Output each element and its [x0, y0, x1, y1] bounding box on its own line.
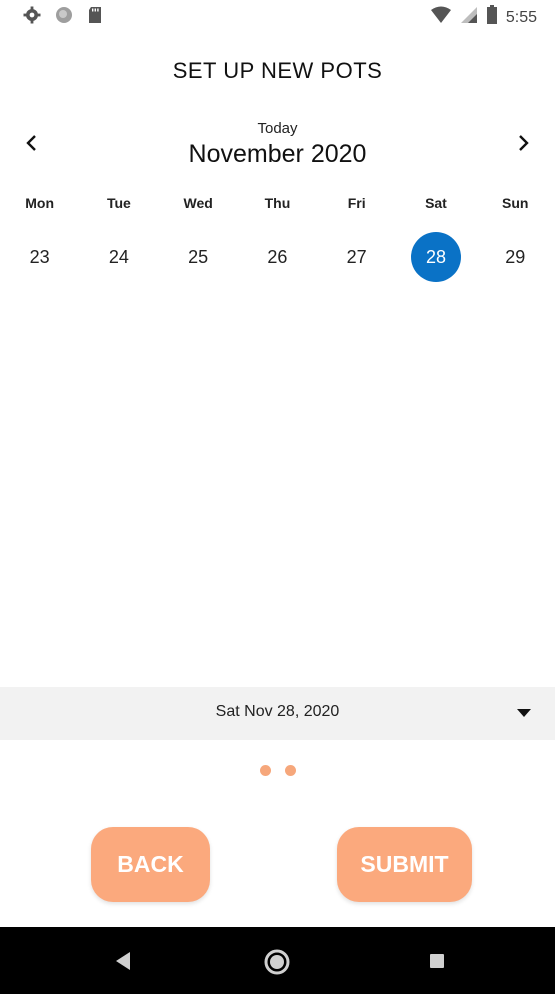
- status-bar: 5:55: [0, 0, 555, 32]
- recents-square-icon[interactable]: [423, 947, 451, 980]
- selected-date-text: Sat Nov 28, 2020: [215, 703, 340, 720]
- weekday-header: Mon Tue Wed Thu Fri Sat Sun: [0, 195, 555, 215]
- month-label: November 2020: [188, 140, 367, 168]
- cellular-icon: [460, 6, 478, 29]
- back-triangle-icon[interactable]: [110, 947, 138, 980]
- weekday-label: Thu: [264, 195, 291, 211]
- weekday-label: Tue: [106, 195, 131, 211]
- calendar-day[interactable]: 24: [94, 232, 144, 282]
- weekday-label: Sat: [425, 195, 447, 211]
- page-title: SET UP NEW POTS: [172, 58, 383, 83]
- calendar-day[interactable]: 29: [490, 232, 540, 282]
- weekday-label: Wed: [183, 195, 213, 211]
- wifi-icon: [430, 6, 452, 29]
- back-button[interactable]: BACK: [91, 827, 210, 902]
- status-right-icons: 5:55: [430, 5, 537, 30]
- calendar-day-selected[interactable]: 28: [410, 232, 461, 282]
- submit-button[interactable]: SUBMIT: [337, 827, 472, 902]
- calendar-day[interactable]: 23: [15, 232, 65, 282]
- battery-icon: [486, 5, 498, 30]
- date-dropdown[interactable]: Sat Nov 28, 2020: [0, 687, 555, 740]
- status-time: 5:55: [505, 8, 537, 26]
- today-button[interactable]: Today: [0, 120, 555, 137]
- circle-icon: [54, 5, 74, 30]
- weekday-label: Mon: [25, 195, 55, 211]
- calendar-day[interactable]: 27: [332, 232, 382, 282]
- gear-icon: [22, 5, 42, 30]
- page-dot: [284, 765, 296, 776]
- page-indicator: [0, 765, 555, 776]
- chevron-right-icon: [517, 134, 531, 157]
- system-nav-bar: [0, 927, 555, 994]
- page-dot: [259, 765, 271, 776]
- sd-card-icon: [86, 5, 104, 30]
- week-days-row: 23 24 25 26 27 28 29: [0, 232, 555, 282]
- calendar-day[interactable]: 26: [252, 232, 302, 282]
- next-week-button[interactable]: [509, 130, 539, 160]
- caret-down-icon: [517, 709, 531, 717]
- status-left-icons: [22, 5, 104, 30]
- home-circle-icon[interactable]: [262, 947, 292, 982]
- weekday-label: Fri: [347, 195, 366, 211]
- calendar-day[interactable]: 25: [173, 232, 223, 282]
- weekday-label: Sun: [502, 195, 529, 211]
